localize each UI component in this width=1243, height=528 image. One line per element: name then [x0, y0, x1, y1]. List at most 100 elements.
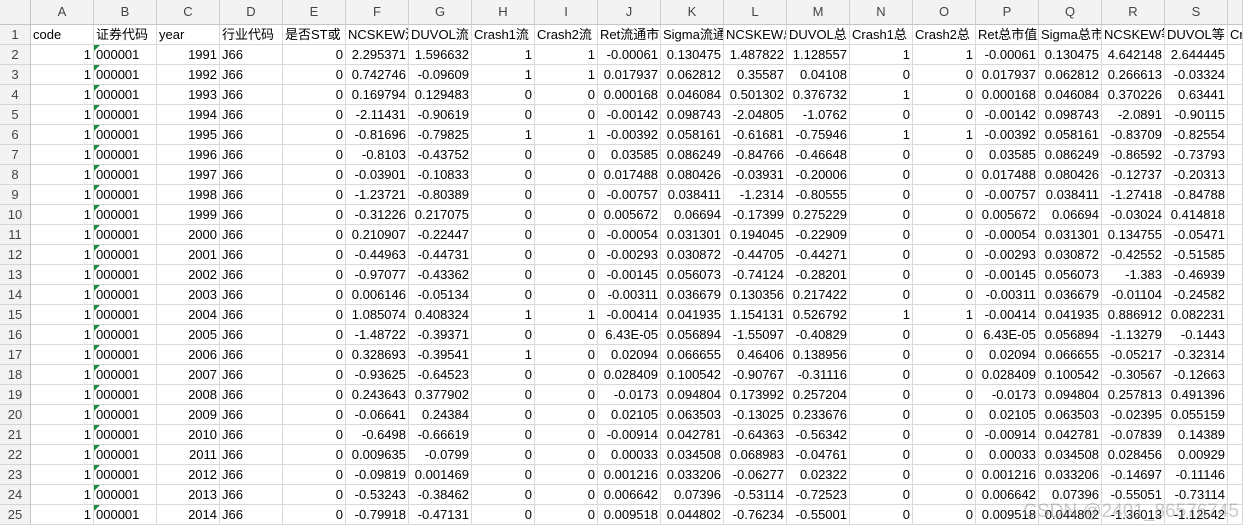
row-header-25[interactable]: 25	[0, 505, 31, 525]
cell-I8[interactable]: 0	[535, 165, 598, 185]
cell-G9[interactable]: -0.80389	[409, 185, 472, 205]
cell-E3[interactable]: 0	[283, 65, 346, 85]
cell-K19[interactable]: 0.094804	[661, 385, 724, 405]
cell-L12[interactable]: -0.44705	[724, 245, 787, 265]
cell-D1[interactable]: 行业代码	[220, 25, 283, 45]
cell-P11[interactable]: -0.00054	[976, 225, 1039, 245]
cell-B7[interactable]: 000001	[94, 145, 157, 165]
cell-L17[interactable]: 0.46406	[724, 345, 787, 365]
cell-T15[interactable]	[1228, 305, 1243, 325]
cell-H15[interactable]: 1	[472, 305, 535, 325]
cell-P8[interactable]: 0.017488	[976, 165, 1039, 185]
cell-E20[interactable]: 0	[283, 405, 346, 425]
cell-B3[interactable]: 000001	[94, 65, 157, 85]
cell-N16[interactable]: 0	[850, 325, 913, 345]
cell-R24[interactable]: -0.55051	[1102, 485, 1165, 505]
row-header-2[interactable]: 2	[0, 45, 31, 65]
cell-R25[interactable]: -1.36013	[1102, 505, 1165, 525]
cell-S4[interactable]: 0.63441	[1165, 85, 1228, 105]
cell-G6[interactable]: -0.79825	[409, 125, 472, 145]
cell-R6[interactable]: -0.83709	[1102, 125, 1165, 145]
cell-E6[interactable]: 0	[283, 125, 346, 145]
cell-L19[interactable]: 0.173992	[724, 385, 787, 405]
cell-F2[interactable]: 2.295371	[346, 45, 409, 65]
cell-J21[interactable]: -0.00914	[598, 425, 661, 445]
cell-I3[interactable]: 1	[535, 65, 598, 85]
row-header-1[interactable]: 1	[0, 25, 31, 45]
cell-S3[interactable]: -0.03324	[1165, 65, 1228, 85]
cell-P12[interactable]: -0.00293	[976, 245, 1039, 265]
cell-A15[interactable]: 1	[31, 305, 94, 325]
row-header-8[interactable]: 8	[0, 165, 31, 185]
cell-J20[interactable]: 0.02105	[598, 405, 661, 425]
column-header-O[interactable]: O	[913, 0, 976, 25]
cell-R9[interactable]: -1.27418	[1102, 185, 1165, 205]
cell-L21[interactable]: -0.64363	[724, 425, 787, 445]
cell-K8[interactable]: 0.080426	[661, 165, 724, 185]
cell-P19[interactable]: -0.0173	[976, 385, 1039, 405]
cell-O22[interactable]: 0	[913, 445, 976, 465]
column-header-L[interactable]: L	[724, 0, 787, 25]
cell-Q22[interactable]: 0.034508	[1039, 445, 1102, 465]
cell-R14[interactable]: -0.01104	[1102, 285, 1165, 305]
column-header-I[interactable]: I	[535, 0, 598, 25]
cell-I21[interactable]: 0	[535, 425, 598, 445]
cell-G24[interactable]: -0.38462	[409, 485, 472, 505]
cell-E2[interactable]: 0	[283, 45, 346, 65]
cell-M15[interactable]: 0.526792	[787, 305, 850, 325]
cell-G22[interactable]: -0.0799	[409, 445, 472, 465]
cell-Q16[interactable]: 0.056894	[1039, 325, 1102, 345]
row-header-16[interactable]: 16	[0, 325, 31, 345]
cell-H1[interactable]: Crash1流	[472, 25, 535, 45]
cell-S2[interactable]: 2.644445	[1165, 45, 1228, 65]
cell-P22[interactable]: 0.00033	[976, 445, 1039, 465]
cell-R16[interactable]: -1.13279	[1102, 325, 1165, 345]
cell-K22[interactable]: 0.034508	[661, 445, 724, 465]
cell-T17[interactable]	[1228, 345, 1243, 365]
cell-E24[interactable]: 0	[283, 485, 346, 505]
cell-D22[interactable]: J66	[220, 445, 283, 465]
cell-N3[interactable]: 0	[850, 65, 913, 85]
cell-B12[interactable]: 000001	[94, 245, 157, 265]
cell-I9[interactable]: 0	[535, 185, 598, 205]
cell-P21[interactable]: -0.00914	[976, 425, 1039, 445]
cell-I1[interactable]: Crash2流	[535, 25, 598, 45]
cell-O13[interactable]: 0	[913, 265, 976, 285]
cell-G25[interactable]: -0.47131	[409, 505, 472, 525]
cell-I5[interactable]: 0	[535, 105, 598, 125]
row-header-15[interactable]: 15	[0, 305, 31, 325]
cell-S13[interactable]: -0.46939	[1165, 265, 1228, 285]
cell-N4[interactable]: 1	[850, 85, 913, 105]
cell-H17[interactable]: 1	[472, 345, 535, 365]
cell-T24[interactable]	[1228, 485, 1243, 505]
cell-S15[interactable]: 0.082231	[1165, 305, 1228, 325]
cell-F19[interactable]: 0.243643	[346, 385, 409, 405]
cell-O11[interactable]: 0	[913, 225, 976, 245]
cell-N7[interactable]: 0	[850, 145, 913, 165]
cell-G10[interactable]: 0.217075	[409, 205, 472, 225]
cell-T3[interactable]	[1228, 65, 1243, 85]
cell-D9[interactable]: J66	[220, 185, 283, 205]
cell-H22[interactable]: 0	[472, 445, 535, 465]
row-header-6[interactable]: 6	[0, 125, 31, 145]
cell-L4[interactable]: 0.501302	[724, 85, 787, 105]
cell-B4[interactable]: 000001	[94, 85, 157, 105]
cell-L5[interactable]: -2.04805	[724, 105, 787, 125]
cell-E23[interactable]: 0	[283, 465, 346, 485]
cell-K4[interactable]: 0.046084	[661, 85, 724, 105]
cell-G15[interactable]: 0.408324	[409, 305, 472, 325]
cell-C22[interactable]: 2011	[157, 445, 220, 465]
cell-C5[interactable]: 1994	[157, 105, 220, 125]
cell-N5[interactable]: 0	[850, 105, 913, 125]
cell-O18[interactable]: 0	[913, 365, 976, 385]
row-header-14[interactable]: 14	[0, 285, 31, 305]
cell-H21[interactable]: 0	[472, 425, 535, 445]
cell-Q21[interactable]: 0.042781	[1039, 425, 1102, 445]
cell-I6[interactable]: 1	[535, 125, 598, 145]
cell-J15[interactable]: -0.00414	[598, 305, 661, 325]
cell-Q12[interactable]: 0.030872	[1039, 245, 1102, 265]
cell-P16[interactable]: 6.43E-05	[976, 325, 1039, 345]
cell-I23[interactable]: 0	[535, 465, 598, 485]
cell-K10[interactable]: 0.06694	[661, 205, 724, 225]
cell-A1[interactable]: code	[31, 25, 94, 45]
